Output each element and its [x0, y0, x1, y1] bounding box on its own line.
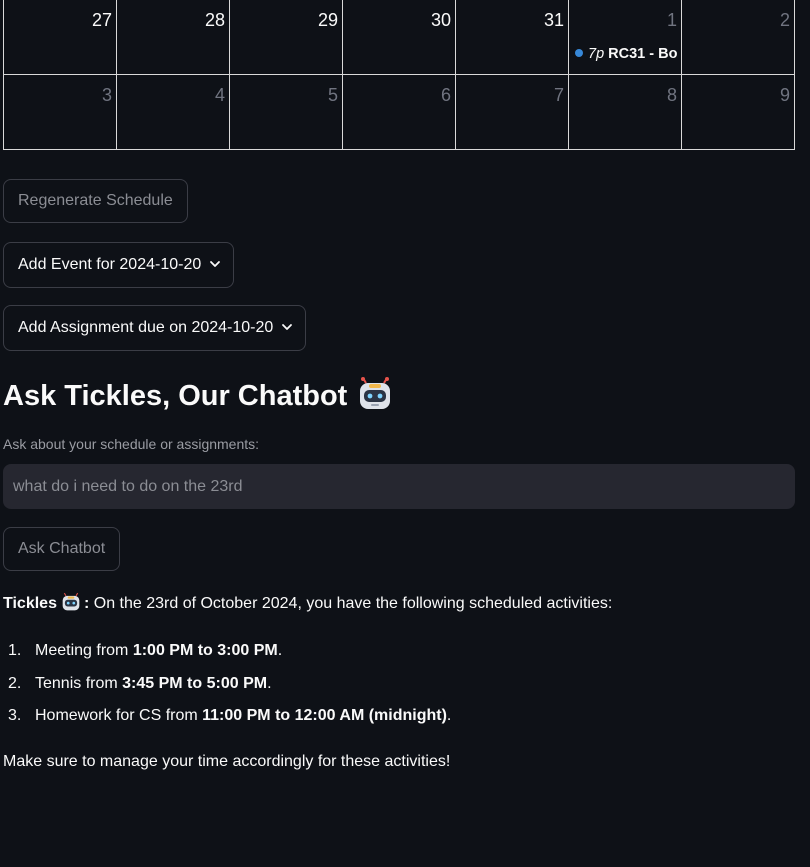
list-item: 2. Tennis from 3:45 PM to 5:00 PM. — [8, 675, 272, 692]
day-number: 5 — [327, 85, 338, 105]
robot-icon — [360, 377, 391, 409]
add-event-label: Add Event for 2024-10-20 — [18, 256, 202, 273]
day-cell[interactable]: 2 — [681, 0, 795, 75]
chatbot-heading: Ask Tickles, Our Chatbot — [3, 374, 393, 418]
chevron-down-icon — [210, 261, 221, 267]
day-number: 4 — [214, 85, 225, 105]
day-number: 29 — [317, 10, 338, 30]
day-cell[interactable]: 30 — [342, 0, 456, 75]
day-number: 6 — [440, 85, 451, 105]
day-cell[interactable]: 29 — [229, 0, 343, 75]
calendar-event[interactable]: 7p RC31 - Bo — [575, 45, 681, 63]
add-assignment-expander[interactable]: Add Assignment due on 2024-10-20 — [3, 305, 307, 351]
day-number: 27 — [91, 10, 112, 30]
day-cell[interactable]: 5 — [229, 74, 343, 150]
event-title: RC31 - Bo — [608, 46, 678, 62]
month-calendar: 27 28 29 30 31 1 7p RC31 - Bo 2 3 4 5 6 7… — [3, 0, 795, 150]
calendar-week: 27 28 29 30 31 1 7p RC31 - Bo 2 — [3, 0, 795, 75]
ask-chatbot-button[interactable]: Ask Chatbot — [3, 527, 121, 571]
day-cell[interactable]: 9 — [681, 74, 795, 150]
chatbot-heading-text: Ask Tickles, Our Chatbot — [3, 380, 348, 412]
day-number: 9 — [779, 85, 790, 105]
day-cell[interactable]: 1 7p RC31 - Bo — [568, 0, 682, 75]
day-number: 31 — [543, 10, 564, 30]
day-number: 2 — [779, 10, 790, 30]
day-cell[interactable]: 7 — [455, 74, 569, 150]
day-cell[interactable]: 31 — [455, 0, 569, 75]
day-number: 7 — [553, 85, 564, 105]
calendar-week: 3 4 5 6 7 8 9 — [3, 74, 795, 150]
event-time: 7p — [588, 46, 605, 62]
day-cell[interactable]: 28 — [116, 0, 230, 75]
response-intro-text: On the 23rd of October 2024, you have th… — [93, 595, 613, 612]
day-number: 8 — [666, 85, 677, 105]
response-intro: Tickles : On the 23rd of October 2024, y… — [3, 592, 612, 616]
chat-input-label: Ask about your schedule or assignments: — [3, 436, 260, 452]
day-cell[interactable]: 3 — [3, 74, 117, 150]
speaker-name: Tickles — [3, 595, 57, 612]
add-event-expander[interactable]: Add Event for 2024-10-20 — [3, 242, 235, 288]
chevron-down-icon — [282, 324, 293, 330]
robot-icon — [62, 592, 80, 611]
chat-input[interactable] — [3, 464, 795, 509]
day-cell[interactable]: 4 — [116, 74, 230, 150]
day-cell[interactable]: 8 — [568, 74, 682, 150]
add-assignment-label: Add Assignment due on 2024-10-20 — [18, 319, 274, 336]
day-number: 1 — [666, 10, 677, 30]
day-number: 30 — [430, 10, 451, 30]
regenerate-schedule-button[interactable]: Regenerate Schedule — [3, 179, 188, 223]
list-item: 1. Meeting from 1:00 PM to 3:00 PM. — [8, 642, 283, 659]
response-closing: Make sure to manage your time accordingl… — [3, 753, 451, 770]
day-cell[interactable]: 6 — [342, 74, 456, 150]
day-number: 3 — [101, 85, 112, 105]
event-dot-icon — [575, 49, 583, 57]
day-number: 28 — [204, 10, 225, 30]
list-item: 3. Homework for CS from 11:00 PM to 12:00… — [8, 707, 452, 724]
day-cell[interactable]: 27 — [3, 0, 117, 75]
